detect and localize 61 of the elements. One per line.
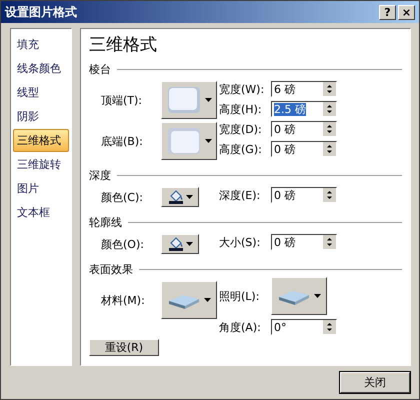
spinner-arrows-icon[interactable] [323,142,336,156]
spin-field[interactable]: 2.5 磅 [271,101,337,117]
category-item[interactable]: 三维格式 [13,129,69,152]
preset-picker-button[interactable] [161,281,217,319]
spin-field[interactable]: 0 磅 [271,234,337,250]
spinner-arrows-icon[interactable] [323,102,336,116]
section-heading: 轮廓线 [89,215,122,230]
field-label: 颜色(O): [101,236,145,252]
caret-icon [204,298,211,302]
spinner-arrows-icon[interactable] [323,122,336,136]
bevel-preview-icon [166,126,202,156]
spin-field[interactable]: 0 磅 [271,141,337,157]
section-heading: 表面效果 [89,262,133,277]
spin-field[interactable]: 0 磅 [271,187,337,203]
category-item[interactable]: 填充 [13,33,69,56]
category-item[interactable]: 阴影 [13,105,69,128]
color-picker-button[interactable] [161,187,199,207]
category-item[interactable]: 线型 [13,81,69,104]
field-label: 角度(A): [219,320,262,334]
close-button[interactable]: × [398,4,415,20]
window-title: 设置图片格式 [5,4,78,20]
field-label: 深度(E): [219,188,262,202]
field-label: 高度(H): [219,102,263,116]
field-label: 底端(B): [101,134,144,148]
caret-icon [205,98,212,102]
caret-icon [314,294,321,298]
paint-bucket-icon [168,190,184,204]
spinner-arrows-icon[interactable] [323,188,336,202]
category-item[interactable]: 图片 [13,177,69,200]
spinner-arrows-icon[interactable] [323,82,336,96]
category-item[interactable]: 文本框 [13,201,69,224]
section-heading: 深度 [89,168,111,183]
spin-field[interactable]: 0° [271,319,337,335]
field-label: 颜色(C): [101,190,144,204]
help-button[interactable]: ? [379,4,396,20]
caret-icon [186,195,192,199]
close-dialog-button[interactable]: 关闭 [340,372,410,393]
caret-icon [186,242,192,246]
field-label: 材料(M): [101,292,146,308]
spin-field[interactable]: 6 磅 [271,81,337,97]
spin-field[interactable]: 0 磅 [271,121,337,137]
section-heading: 棱台 [89,62,111,77]
panel-title: 三维格式 [89,34,158,56]
category-item[interactable]: 线条颜色 [13,57,69,80]
paint-bucket-icon [168,237,184,251]
bevel-preview-icon [166,85,202,115]
preset-picker-button[interactable] [161,81,217,119]
preset-picker-button[interactable] [161,122,217,160]
field-label: 顶端(T): [101,92,144,108]
field-label: 宽度(W): [219,82,266,96]
preset-picker-button[interactable] [271,277,327,315]
color-picker-button[interactable] [161,234,199,254]
reset-button[interactable]: 重设(R) [89,339,159,356]
caret-icon [205,139,212,143]
spinner-arrows-icon[interactable] [323,320,336,334]
field-label: 照明(L): [219,288,260,304]
category-item[interactable]: 三维旋转 [13,153,69,176]
field-label: 宽度(D): [219,122,263,136]
spinner-arrows-icon[interactable] [323,235,336,249]
field-label: 大小(S): [219,234,262,250]
field-label: 高度(G): [219,142,263,156]
